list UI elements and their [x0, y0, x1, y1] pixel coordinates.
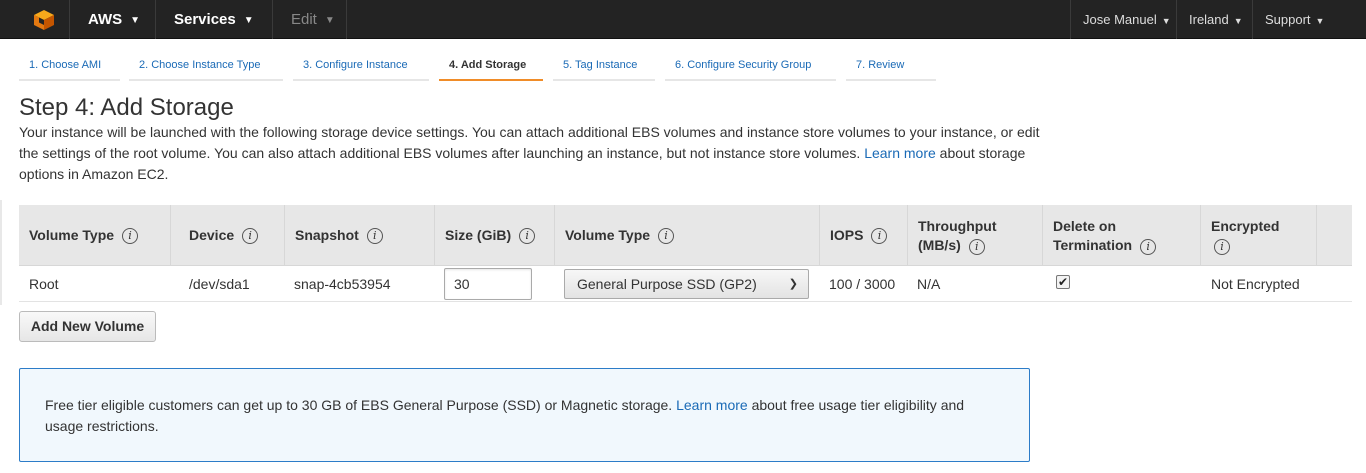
chevron-down-icon: ❯ — [788, 278, 798, 290]
delete-on-termination-checkbox[interactable]: ✔ — [1056, 275, 1070, 289]
services-menu[interactable]: Services ▼ — [156, 0, 273, 39]
chevron-down-icon: ▼ — [130, 15, 141, 26]
services-menu-label: Services — [174, 11, 236, 28]
cell-volume-type: Root — [29, 276, 59, 292]
notice-text: Free tier eligible customers can get up … — [45, 397, 673, 413]
info-icon[interactable]: i — [122, 227, 139, 244]
column-label: Delete on Termination i — [1053, 217, 1181, 255]
column-label: IOPS — [830, 227, 864, 243]
aws-menu-label: AWS — [88, 11, 123, 28]
info-icon[interactable]: i — [658, 227, 675, 244]
table-header: Volume Type i Device i Snapshot i Size (GiB… — [19, 205, 1352, 266]
tab-add-storage[interactable]: 4. Add Storage — [439, 57, 543, 81]
column-label: Encrypted i — [1211, 217, 1291, 255]
tab-review[interactable]: 7. Review — [846, 57, 936, 81]
column-header-device: Device i — [179, 205, 285, 266]
chevron-down-icon: ▼ — [1161, 16, 1171, 26]
info-icon[interactable]: i — [968, 238, 985, 255]
tab-configure-security-group[interactable]: 6. Configure Security Group — [665, 57, 836, 81]
top-navigation-bar: AWS ▼ Services ▼ Edit ▼ Jose Manuel ▼ Irelan… — [0, 0, 1366, 39]
column-label: Volume Type — [565, 227, 651, 243]
cell-snapshot: snap-4cb53954 — [294, 276, 391, 292]
edit-menu-label: Edit — [291, 11, 317, 28]
column-label-text: Encrypted — [1211, 217, 1280, 234]
user-menu[interactable]: Jose Manuel ▼ — [1070, 0, 1176, 39]
page-title: Step 4: Add Storage — [19, 94, 234, 121]
aws-cube-icon — [34, 10, 54, 30]
tab-tag-instance[interactable]: 5. Tag Instance — [553, 57, 655, 81]
chevron-down-icon: ▼ — [243, 15, 254, 26]
column-header-iops: IOPS i — [820, 205, 908, 266]
volume-type-select-value: General Purpose SSD (GP2) — [577, 276, 757, 292]
support-menu[interactable]: Support ▼ — [1252, 0, 1366, 39]
chevron-down-icon: ▼ — [1315, 16, 1325, 26]
info-icon[interactable]: i — [1214, 238, 1230, 255]
info-icon[interactable]: i — [1140, 238, 1157, 255]
edit-menu[interactable]: Edit ▼ — [273, 0, 347, 39]
info-icon[interactable]: i — [519, 227, 536, 244]
column-header-ebs-volume-type: Volume Type i — [555, 205, 820, 266]
column-header-encrypted: Encrypted i — [1201, 205, 1317, 266]
page-intro: Your instance will be launched with the … — [19, 122, 1049, 185]
support-menu-label: Support — [1265, 12, 1311, 27]
aws-logo[interactable] — [0, 0, 70, 39]
column-label: Snapshot — [295, 227, 359, 243]
column-label: Size (GiB) — [445, 227, 512, 243]
info-icon[interactable]: i — [366, 227, 383, 244]
info-icon[interactable]: i — [242, 227, 259, 244]
cell-encrypted: Not Encrypted — [1211, 276, 1300, 292]
table-row: Root /dev/sda1 snap-4cb53954 General Pur… — [19, 266, 1352, 302]
tab-choose-instance-type[interactable]: 2. Choose Instance Type — [129, 57, 283, 81]
chevron-down-icon: ▼ — [324, 15, 335, 26]
info-icon[interactable]: i — [871, 227, 888, 244]
cell-iops: 100 / 3000 — [829, 276, 896, 292]
size-input[interactable] — [444, 268, 532, 300]
region-menu-label: Ireland — [1189, 12, 1229, 27]
free-tier-learn-more-link[interactable]: Learn more — [676, 397, 748, 413]
cell-device: /dev/sda1 — [189, 276, 250, 292]
cell-throughput: N/A — [917, 276, 941, 292]
aws-menu[interactable]: AWS ▼ — [70, 0, 156, 39]
chevron-down-icon: ▼ — [1233, 16, 1243, 26]
column-label: Device — [189, 227, 235, 243]
region-menu[interactable]: Ireland ▼ — [1176, 0, 1252, 39]
column-label: Throughput (MB/s) i — [918, 217, 1010, 255]
user-menu-label: Jose Manuel — [1083, 12, 1157, 27]
tab-choose-ami[interactable]: 1. Choose AMI — [19, 57, 120, 81]
column-header-size: Size (GiB) i — [435, 205, 555, 266]
learn-more-link[interactable]: Learn more — [864, 145, 936, 161]
column-header-volume-type: Volume Type i — [19, 205, 171, 266]
column-label-text: Delete on Termination — [1053, 217, 1133, 253]
tab-configure-instance[interactable]: 3. Configure Instance — [293, 57, 429, 81]
add-new-volume-button[interactable]: Add New Volume — [19, 311, 156, 342]
divider — [0, 200, 2, 305]
column-label: Volume Type — [29, 227, 115, 243]
volume-type-select[interactable]: General Purpose SSD (GP2) ❯ — [564, 269, 809, 299]
free-tier-notice: Free tier eligible customers can get up … — [19, 368, 1030, 462]
column-header-snapshot: Snapshot i — [285, 205, 435, 266]
storage-table: Volume Type i Device i Snapshot i Size (GiB… — [19, 205, 1352, 302]
column-header-throughput: Throughput (MB/s) i — [908, 205, 1043, 266]
column-header-delete-on-termination: Delete on Termination i — [1043, 205, 1201, 266]
